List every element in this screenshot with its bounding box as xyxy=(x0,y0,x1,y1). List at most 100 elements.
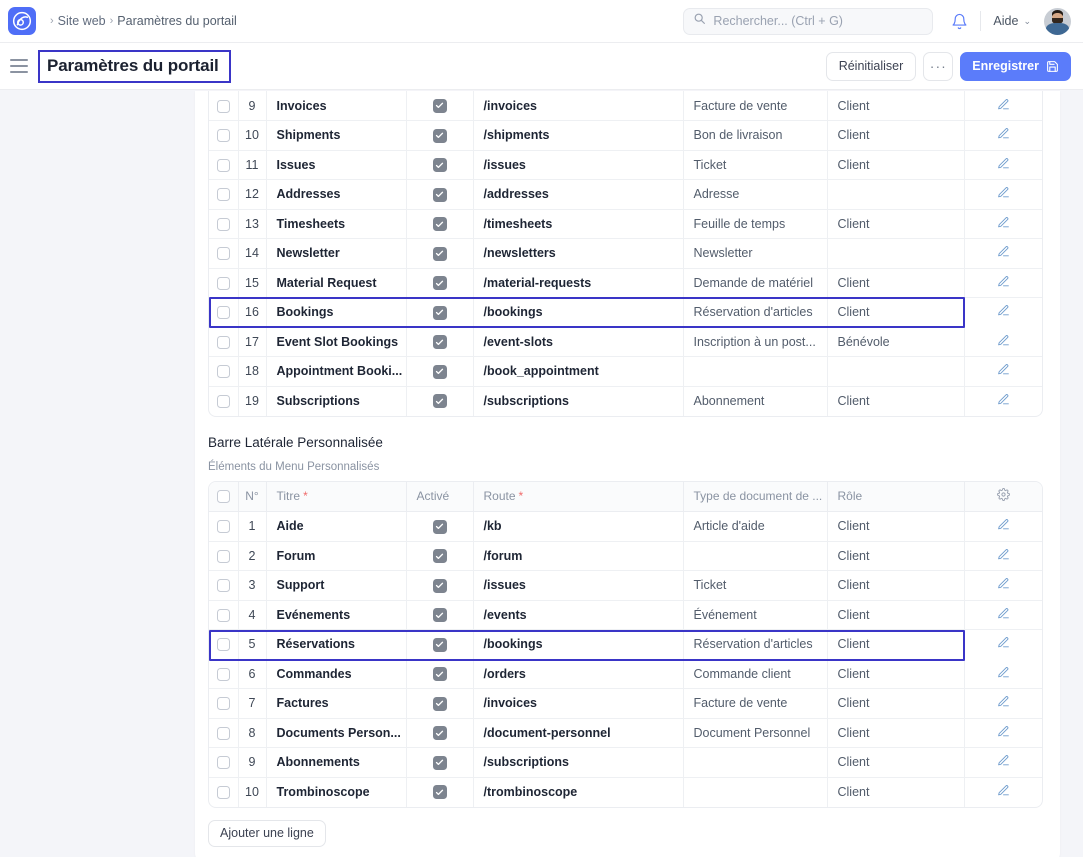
row-select-checkbox[interactable] xyxy=(217,100,230,113)
cell-edit[interactable] xyxy=(964,268,1043,298)
cell-route[interactable]: /newsletters xyxy=(473,239,683,269)
cell-title[interactable]: Commandes xyxy=(266,659,406,689)
cell-route[interactable]: /kb xyxy=(473,512,683,542)
row-select-checkbox-cell[interactable] xyxy=(209,268,238,298)
table-row[interactable]: 13Timesheets/timesheetsFeuille de tempsC… xyxy=(209,209,1043,239)
cell-edit[interactable] xyxy=(964,718,1043,748)
cell-doctype[interactable]: Inscription à un post... xyxy=(683,327,827,357)
table-row[interactable]: 3Support/issuesTicketClient xyxy=(209,571,1043,601)
row-select-checkbox[interactable] xyxy=(217,579,230,592)
enabled-checkbox-checked[interactable] xyxy=(433,99,447,113)
notification-bell-icon[interactable] xyxy=(951,13,968,30)
cell-edit[interactable] xyxy=(964,180,1043,210)
cell-enabled[interactable] xyxy=(406,571,473,601)
reset-button[interactable]: Réinitialiser xyxy=(826,52,917,81)
row-select-checkbox-cell[interactable] xyxy=(209,298,238,328)
row-select-checkbox-cell[interactable] xyxy=(209,180,238,210)
row-select-checkbox[interactable] xyxy=(217,697,230,710)
cell-title[interactable]: Invoices xyxy=(266,91,406,121)
avatar[interactable] xyxy=(1044,8,1071,35)
row-select-checkbox[interactable] xyxy=(217,306,230,319)
cell-doctype[interactable] xyxy=(683,777,827,807)
cell-role[interactable]: Client xyxy=(827,718,964,748)
cell-doctype[interactable]: Réservation d'articles xyxy=(683,298,827,328)
cell-enabled[interactable] xyxy=(406,357,473,387)
cell-role[interactable]: Client xyxy=(827,541,964,571)
table-row[interactable]: 6Commandes/ordersCommande clientClient xyxy=(209,659,1043,689)
row-select-checkbox-cell[interactable] xyxy=(209,689,238,719)
cell-edit[interactable] xyxy=(964,689,1043,719)
row-select-checkbox-cell[interactable] xyxy=(209,386,238,416)
breadcrumb-item-portal-settings[interactable]: Paramètres du portail xyxy=(117,14,237,28)
cell-title[interactable]: Subscriptions xyxy=(266,386,406,416)
enabled-checkbox-checked[interactable] xyxy=(433,276,447,290)
cell-edit[interactable] xyxy=(964,630,1043,660)
row-select-checkbox[interactable] xyxy=(217,520,230,533)
row-select-checkbox-cell[interactable] xyxy=(209,541,238,571)
cell-role[interactable] xyxy=(827,239,964,269)
row-select-checkbox-cell[interactable] xyxy=(209,777,238,807)
cell-enabled[interactable] xyxy=(406,327,473,357)
cell-route[interactable]: /orders xyxy=(473,659,683,689)
cell-doctype[interactable]: Adresse xyxy=(683,180,827,210)
cell-doctype[interactable]: Abonnement xyxy=(683,386,827,416)
cell-route[interactable]: /book_appointment xyxy=(473,357,683,387)
cell-edit[interactable] xyxy=(964,327,1043,357)
cell-doctype[interactable]: Feuille de temps xyxy=(683,209,827,239)
cell-role[interactable] xyxy=(827,357,964,387)
edit-pencil-icon[interactable] xyxy=(997,363,1010,376)
row-select-checkbox-cell[interactable] xyxy=(209,512,238,542)
enabled-checkbox-checked[interactable] xyxy=(433,608,447,622)
row-select-checkbox-cell[interactable] xyxy=(209,659,238,689)
cell-edit[interactable] xyxy=(964,512,1043,542)
row-select-checkbox[interactable] xyxy=(217,277,230,290)
column-header-select-all[interactable] xyxy=(209,482,238,512)
cell-role[interactable]: Client xyxy=(827,209,964,239)
table-row[interactable]: 4Evénements/eventsÉvénementClient xyxy=(209,600,1043,630)
cell-enabled[interactable] xyxy=(406,777,473,807)
edit-pencil-icon[interactable] xyxy=(997,304,1010,317)
cell-edit[interactable] xyxy=(964,209,1043,239)
row-select-checkbox-cell[interactable] xyxy=(209,327,238,357)
help-menu[interactable]: Aide ⌄ xyxy=(993,14,1031,28)
table-row[interactable]: 12Addresses/addressesAdresse xyxy=(209,180,1043,210)
cell-doctype[interactable]: Article d'aide xyxy=(683,512,827,542)
row-select-checkbox-cell[interactable] xyxy=(209,571,238,601)
column-header-settings[interactable] xyxy=(964,482,1043,512)
search-input[interactable]: Rechercher... (Ctrl + G) xyxy=(683,8,933,35)
cell-enabled[interactable] xyxy=(406,718,473,748)
row-select-checkbox-cell[interactable] xyxy=(209,630,238,660)
cell-doctype[interactable] xyxy=(683,541,827,571)
table-row[interactable]: 9Abonnements/subscriptionsClient xyxy=(209,748,1043,778)
edit-pencil-icon[interactable] xyxy=(997,127,1010,140)
cell-role[interactable]: Client xyxy=(827,571,964,601)
cell-edit[interactable] xyxy=(964,298,1043,328)
enabled-checkbox-checked[interactable] xyxy=(433,129,447,143)
cell-edit[interactable] xyxy=(964,600,1043,630)
cell-role[interactable]: Bénévole xyxy=(827,327,964,357)
cell-edit[interactable] xyxy=(964,91,1043,121)
cell-route[interactable]: /bookings xyxy=(473,630,683,660)
add-row-button[interactable]: Ajouter une ligne xyxy=(208,820,326,847)
enabled-checkbox-checked[interactable] xyxy=(433,579,447,593)
row-select-checkbox-cell[interactable] xyxy=(209,718,238,748)
row-select-checkbox[interactable] xyxy=(217,786,230,799)
cell-route[interactable]: /timesheets xyxy=(473,209,683,239)
cell-route[interactable]: /document-personnel xyxy=(473,718,683,748)
cell-edit[interactable] xyxy=(964,659,1043,689)
edit-pencil-icon[interactable] xyxy=(997,216,1010,229)
cell-enabled[interactable] xyxy=(406,748,473,778)
cell-route[interactable]: /shipments xyxy=(473,121,683,151)
cell-edit[interactable] xyxy=(964,571,1043,601)
cell-title[interactable]: Bookings xyxy=(266,298,406,328)
edit-pencil-icon[interactable] xyxy=(997,186,1010,199)
cell-route[interactable]: /forum xyxy=(473,541,683,571)
cell-enabled[interactable] xyxy=(406,512,473,542)
cell-doctype[interactable]: Événement xyxy=(683,600,827,630)
table-row[interactable]: 2Forum/forumClient xyxy=(209,541,1043,571)
cell-enabled[interactable] xyxy=(406,268,473,298)
cell-edit[interactable] xyxy=(964,541,1043,571)
cell-enabled[interactable] xyxy=(406,180,473,210)
cell-enabled[interactable] xyxy=(406,239,473,269)
cell-doctype[interactable]: Ticket xyxy=(683,571,827,601)
